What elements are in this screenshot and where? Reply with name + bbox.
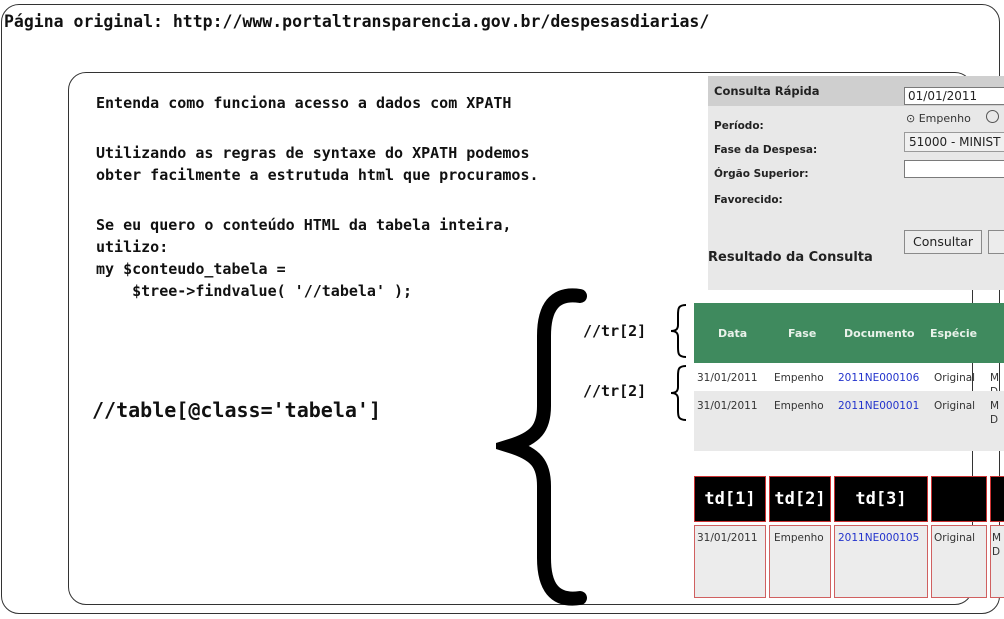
website-screenshot: Consulta Rápida Período: 01/01/2011 Fase… xyxy=(694,70,1004,610)
favorecido-input[interactable] xyxy=(904,160,1004,178)
code-line-9: $tree->findvalue( '//tabela' ); xyxy=(96,282,413,300)
periodo-input[interactable]: 01/01/2011 xyxy=(904,87,1004,105)
xpath-tr-row-label: //tr[2] xyxy=(583,382,647,400)
row2-extra2: D xyxy=(990,414,999,426)
orgao-label: Órgão Superior: xyxy=(714,168,809,180)
row3-documento-link[interactable]: 2011NE000105 xyxy=(838,532,919,544)
code-line-4: obter facilmente a estrutuda html que pr… xyxy=(96,166,539,184)
xpath-table-label: //table[@class='tabela'] xyxy=(92,398,381,422)
radio-unselected-icon[interactable] xyxy=(986,110,999,123)
consultar-button[interactable]: Consultar xyxy=(904,230,982,254)
code-line-1: Entenda como funciona acesso a dados com… xyxy=(96,94,512,112)
page-url-caption: Página original: http://www.portaltransp… xyxy=(4,12,710,31)
col-header-fase[interactable]: Fase xyxy=(788,327,816,340)
row1-fase: Empenho xyxy=(774,372,824,384)
td-1-label: td[1] xyxy=(694,476,766,522)
small-brace-icon xyxy=(670,304,687,358)
row1-extra1: M xyxy=(990,372,1000,384)
small-brace-icon xyxy=(670,365,687,421)
fase-radio-empenho[interactable]: ⊙ Empenho xyxy=(906,112,971,125)
xpath-tr-header-label: //tr[2] xyxy=(583,322,647,340)
row1-especie: Original xyxy=(934,372,976,384)
code-line-6: Se eu quero o conteúdo HTML da tabela in… xyxy=(96,216,512,234)
orgao-select[interactable]: 51000 - MINIST xyxy=(904,132,1004,152)
row2-documento-link[interactable]: 2011NE000101 xyxy=(838,400,919,412)
secondary-button[interactable] xyxy=(988,230,1004,254)
row3-data: 31/01/2011 xyxy=(697,532,758,544)
td-4-box xyxy=(931,476,987,522)
result-title: Resultado da Consulta xyxy=(708,250,873,265)
code-line-8: my $conteudo_tabela = xyxy=(96,260,286,278)
fase-option-label: Empenho xyxy=(918,112,971,125)
td-5-box xyxy=(990,476,1004,522)
row2-fase: Empenho xyxy=(774,400,824,412)
row1-documento-link[interactable]: 2011NE000106 xyxy=(838,372,919,384)
favorecido-label: Favorecido: xyxy=(714,194,783,206)
radio-selected-icon: ⊙ xyxy=(906,112,916,125)
row3-extra1: M xyxy=(992,532,1002,544)
row2-especie: Original xyxy=(934,400,976,412)
periodo-label: Período: xyxy=(714,120,764,132)
row3-fase: Empenho xyxy=(774,532,824,544)
big-brace-icon xyxy=(496,288,587,606)
fase-label: Fase da Despesa: xyxy=(714,144,818,156)
row1-data: 31/01/2011 xyxy=(697,372,758,384)
td-3-label: td[3] xyxy=(834,476,928,522)
row2-data: 31/01/2011 xyxy=(697,400,758,412)
td-2-label: td[2] xyxy=(769,476,831,522)
code-line-7: utilizo: xyxy=(96,238,169,256)
col-header-data[interactable]: Data xyxy=(718,327,747,340)
code-line-3: Utilizando as regras de syntaxe do XPATH… xyxy=(96,144,530,162)
row3-extra2: D xyxy=(992,546,1001,558)
row2-extra1: M xyxy=(990,400,1000,412)
col-header-documento[interactable]: Documento xyxy=(844,327,915,340)
row3-especie: Original xyxy=(934,532,976,544)
col-header-especie[interactable]: Espécie xyxy=(930,327,977,340)
